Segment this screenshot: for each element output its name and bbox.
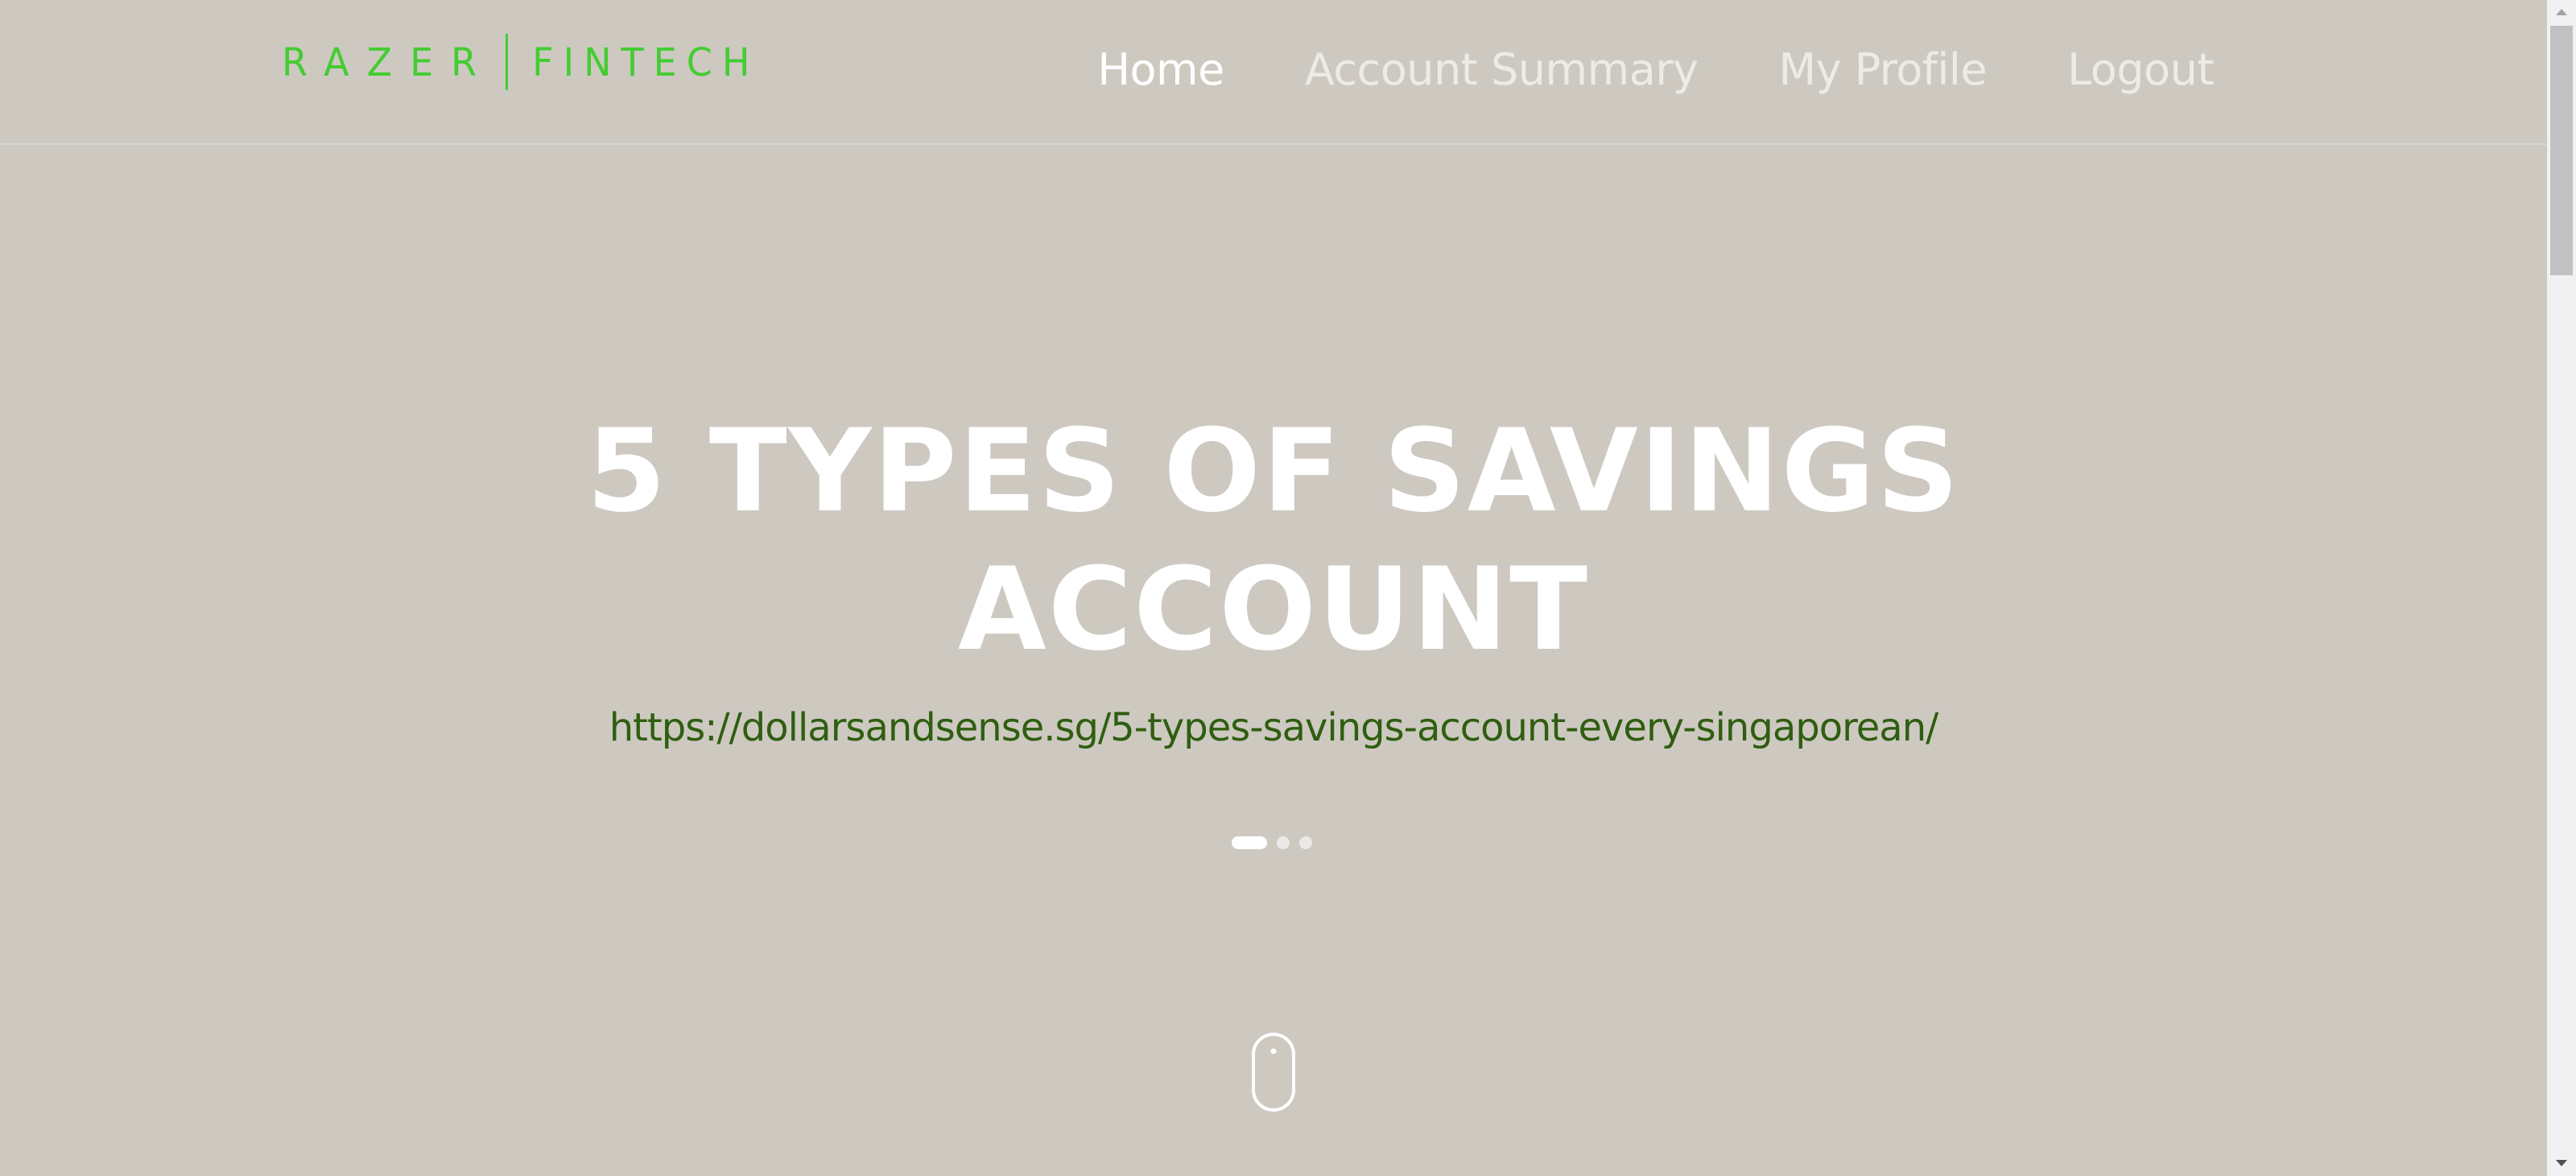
carousel-dot-1[interactable]	[1232, 836, 1267, 849]
scroll-down-arrow-icon[interactable]	[2547, 1150, 2576, 1176]
main-nav: Home Account Summary My Profile Logout	[1017, 35, 2214, 103]
logo-brand-text: RAZER	[282, 39, 495, 85]
hero-article-link[interactable]: https://dollarsandsense.sg/5-types-savin…	[0, 702, 2547, 753]
nav-my-profile-link[interactable]: My Profile	[1778, 44, 1987, 95]
carousel-dot-3[interactable]	[1299, 836, 1312, 849]
mouse-scroll-icon-graphic	[1252, 1033, 1295, 1112]
hero-title: 5 TYPES OF SAVINGS ACCOUNT	[0, 402, 2547, 679]
carousel-dot-2[interactable]	[1277, 836, 1290, 849]
logo-divider	[506, 34, 509, 90]
hero-title-line-2: ACCOUNT	[957, 543, 1590, 676]
top-navbar: RAZER FINTECH Home Account Summary My Pr…	[0, 0, 2547, 145]
page: RAZER FINTECH Home Account Summary My Pr…	[0, 0, 2576, 1176]
logo-product-text: FINTECH	[532, 39, 760, 85]
nav-home-link[interactable]: Home	[1097, 44, 1224, 95]
vertical-scrollbar[interactable]	[2547, 0, 2576, 1176]
carousel-indicators	[1232, 836, 1322, 850]
hero-title-line-1: 5 TYPES OF SAVINGS	[586, 405, 1961, 538]
scrollbar-thumb[interactable]	[2550, 26, 2573, 275]
nav-logout-link[interactable]: Logout	[2067, 44, 2214, 95]
nav-account-summary-link[interactable]: Account Summary	[1305, 44, 1699, 95]
razer-fintech-logo[interactable]: RAZER FINTECH	[282, 32, 759, 92]
mouse-scroll-icon[interactable]	[1251, 1032, 1296, 1112]
scroll-up-arrow-icon[interactable]	[2547, 0, 2576, 26]
